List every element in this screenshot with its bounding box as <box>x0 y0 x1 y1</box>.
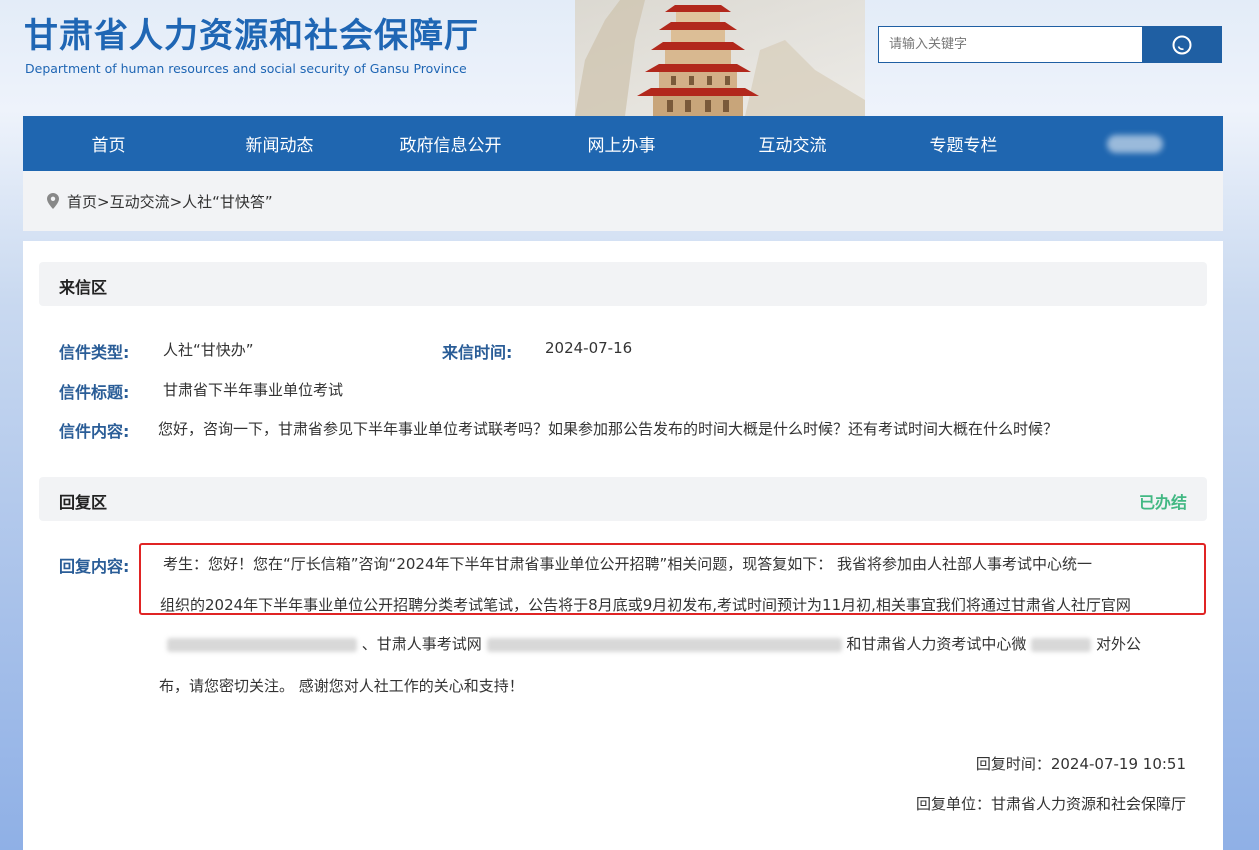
highlight-box <box>139 543 1206 615</box>
site-title-cn[interactable]: 甘肃省人力资源和社会保障厅 <box>24 14 479 58</box>
reply-line-4: 布，请您密切关注。 感谢您对人社工作的关心和支持！ <box>159 677 524 695</box>
letter-type-value: 人社“甘快办” <box>163 341 254 359</box>
letter-time-value: 2024-07-16 <box>545 339 633 357</box>
nav-item-online-service[interactable]: 网上办事 <box>536 116 707 171</box>
redacted-text <box>167 637 357 652</box>
letter-section-title: 来信区 <box>59 278 108 297</box>
reply-line-3-part-c: 对外公 <box>1095 635 1141 653</box>
letter-time-label: 来信时间: <box>442 343 513 362</box>
site-header: 甘肃省人力资源和社会保障厅 Department of human resour… <box>0 0 1259 116</box>
reply-section-title: 回复区 <box>59 493 108 512</box>
reply-time: 回复时间：2024-07-19 10:51 <box>975 755 1186 773</box>
main-content: 来信区 信件类型: 人社“甘快办” 来信时间: 2024-07-16 信件标题:… <box>23 241 1223 850</box>
reply-unit: 回复单位：甘肃省人力资源和社会保障厅 <box>915 795 1186 813</box>
letter-type-label: 信件类型: <box>59 343 130 362</box>
reply-line-3: 、甘肃人事考试网 和甘肃省人力资考试中心微 对外公 <box>167 633 1141 654</box>
site-title-en: Department of human resources and social… <box>25 61 467 76</box>
nav-item-home[interactable]: 首页 <box>23 116 194 171</box>
letter-section-header: 来信区 <box>39 262 1207 306</box>
reply-line-3-part-b: 和甘肃省人力资考试中心微 <box>846 635 1027 653</box>
nav-item-blurred[interactable] <box>1049 116 1220 171</box>
status-badge: 已办结 <box>1138 493 1187 512</box>
breadcrumb[interactable]: 首页>互动交流>人社“甘快答” <box>67 191 273 212</box>
redacted-text <box>486 637 842 652</box>
nav-item-special-topics[interactable]: 专题专栏 <box>878 116 1049 171</box>
nav-item-news[interactable]: 新闻动态 <box>194 116 365 171</box>
reply-content-label: 回复内容: <box>59 557 130 576</box>
redacted-text <box>1031 637 1092 652</box>
reply-line-3-part-a: 、甘肃人事考试网 <box>361 635 482 653</box>
search-icon <box>1172 35 1191 54</box>
breadcrumb-bar: 首页>互动交流>人社“甘快答” <box>23 171 1223 231</box>
search-box <box>878 26 1222 63</box>
search-input[interactable] <box>879 27 1163 62</box>
mogao-pagoda-banner-image <box>575 0 865 116</box>
main-nav: 首页 新闻动态 政府信息公开 网上办事 互动交流 专题专栏 <box>23 116 1223 171</box>
search-button[interactable] <box>1142 27 1221 62</box>
letter-content-value: 您好，咨询一下，甘肃省参见下半年事业单位考试联考吗？如果参加那公告发布的时间大概… <box>158 420 1059 438</box>
location-pin-icon <box>47 192 61 210</box>
letter-title-value: 甘肃省下半年事业单位考试 <box>163 381 344 399</box>
letter-content-label: 信件内容: <box>59 422 130 441</box>
nav-item-interaction[interactable]: 互动交流 <box>707 116 878 171</box>
letter-title-label: 信件标题: <box>59 383 130 402</box>
reply-section-header: 回复区 已办结 <box>39 477 1207 521</box>
blurred-nav-label <box>1106 134 1163 153</box>
nav-item-gov-info[interactable]: 政府信息公开 <box>365 116 536 171</box>
